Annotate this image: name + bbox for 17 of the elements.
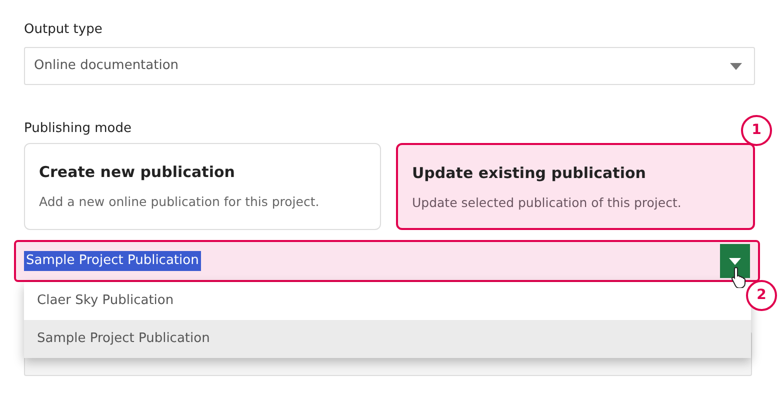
publication-dropdown[interactable]: Sample Project Publication (14, 240, 760, 282)
caret-icon (730, 62, 742, 70)
dropdown-option[interactable]: Sample Project Publication (24, 320, 751, 358)
callout-badge: 2 (746, 280, 777, 311)
dropdown-option[interactable]: Claer Sky Publication (24, 282, 751, 320)
field-label: Publishing mode (24, 120, 132, 138)
card-description: Update selected publication of this project. (412, 194, 682, 212)
mode-option-card[interactable]: Update existing publication Update selected publication of this project. (396, 143, 755, 230)
field-label: Output type (24, 21, 104, 39)
mode-option-card[interactable]: Create new publication Add a new online publication for this project. (24, 143, 381, 230)
caret-icon (729, 258, 741, 264)
card-title: Create new publication (39, 162, 236, 183)
card-description: Add a new online publication for this project. (39, 193, 320, 211)
output-type-dropdown[interactable]: Online documentation (24, 47, 755, 85)
dropdown-button[interactable] (720, 244, 750, 278)
callout-badge: 1 (741, 115, 772, 146)
card-title: Update existing publication (412, 163, 647, 184)
